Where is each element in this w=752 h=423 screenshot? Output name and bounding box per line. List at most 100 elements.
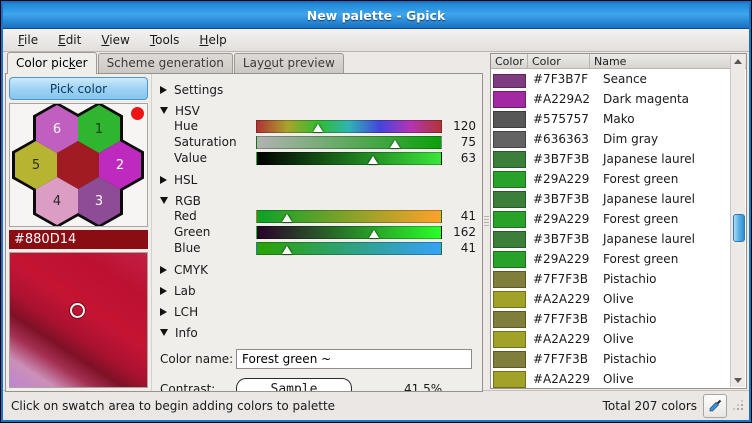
palette-swatch[interactable] xyxy=(493,351,526,368)
scroll-down-button[interactable] xyxy=(732,374,744,387)
window-resize-grip[interactable] xyxy=(733,399,745,413)
palette-swatch[interactable] xyxy=(493,331,526,348)
palette-row[interactable]: #3B7F3BJapanese laurel xyxy=(491,229,731,249)
slider-marker[interactable] xyxy=(282,214,292,222)
palette-row[interactable]: #29A229Forest green xyxy=(491,169,731,189)
tab-layout-preview[interactable]: Layout preview xyxy=(234,53,344,73)
section-label: HSV xyxy=(175,104,200,118)
tab-color-picker[interactable]: Color picker xyxy=(7,52,97,74)
green-slider[interactable] xyxy=(256,226,442,239)
screen-zoom-preview[interactable] xyxy=(9,252,148,388)
menu-help[interactable]: Help xyxy=(190,31,235,49)
pick-color-button[interactable]: Pick color xyxy=(9,77,148,100)
section-hsv[interactable]: HSV xyxy=(160,103,476,118)
color-name-input[interactable] xyxy=(236,349,472,369)
palette-name: Seance xyxy=(603,72,731,86)
floating-picker-button[interactable] xyxy=(703,394,727,418)
palette-swatch[interactable] xyxy=(493,131,526,148)
palette-swatch[interactable] xyxy=(493,74,526,88)
palette-hex: #3B7F3B xyxy=(526,232,603,246)
palette-hex: #7F7F3B xyxy=(526,272,603,286)
palette-swatch[interactable] xyxy=(493,171,526,188)
palette-row[interactable]: #575757Mako xyxy=(491,109,731,129)
menu-tools[interactable]: Tools xyxy=(141,31,189,49)
section-rgb[interactable]: RGB xyxy=(160,193,476,208)
saturation-slider[interactable] xyxy=(256,136,442,149)
palette-row[interactable]: #3B7F3BJapanese laurel xyxy=(491,189,731,209)
section-label: RGB xyxy=(175,194,201,208)
total-colors-text: Total 207 colors xyxy=(603,399,697,413)
menu-view[interactable]: View xyxy=(92,31,138,49)
arrow-up-icon xyxy=(734,59,742,64)
palette-row[interactable]: #7F7F3BPistachio xyxy=(491,349,731,369)
titlebar[interactable]: New palette - Gpick xyxy=(3,3,749,29)
palette-name: Japanese laurel xyxy=(603,152,731,166)
expander-collapsed-icon xyxy=(160,308,167,316)
palette-swatch[interactable] xyxy=(493,291,526,308)
palette-row[interactable]: #7F7F3BPistachio xyxy=(491,309,731,329)
slider-marker[interactable] xyxy=(369,230,379,238)
palette-hex: #3B7F3B xyxy=(526,192,603,206)
palette-swatch[interactable] xyxy=(493,251,526,268)
slider-marker[interactable] xyxy=(282,246,292,254)
scroll-up-button[interactable] xyxy=(732,55,744,68)
slider-row-green: Green162 xyxy=(160,224,476,240)
palette-row[interactable]: #A2A229Olive xyxy=(491,289,731,309)
menu-file[interactable]: File xyxy=(9,31,47,49)
slider-row-saturation: Saturation75 xyxy=(160,134,476,150)
palette-list: #7F3B7FSeance#A229A2Dark magenta#575757M… xyxy=(491,69,746,388)
slider-marker[interactable] xyxy=(313,124,323,132)
palette-row[interactable]: #A2A229Olive xyxy=(491,329,731,349)
main-area: Color pickerScheme generationLayout prev… xyxy=(3,52,749,390)
palette-row[interactable]: #A2A229Olive xyxy=(491,369,731,388)
palette-swatch[interactable] xyxy=(493,111,526,128)
palette-swatch[interactable] xyxy=(493,311,526,328)
section-lab[interactable]: Lab xyxy=(160,283,476,298)
palette-swatch[interactable] xyxy=(493,271,526,288)
section-lch[interactable]: LCH xyxy=(160,304,476,319)
color-picker-page: Pick color 123456 #880D14 SettingsHSVHue… xyxy=(5,73,483,392)
pane-splitter[interactable] xyxy=(483,53,490,391)
value-slider[interactable] xyxy=(256,152,442,165)
palette-row[interactable]: #7F7F3BPistachio xyxy=(491,269,731,289)
palette-row[interactable]: #636363Dim gray xyxy=(491,129,731,149)
blue-slider[interactable] xyxy=(256,242,442,255)
menu-edit[interactable]: Edit xyxy=(49,31,90,49)
palette-row[interactable]: #29A229Forest green xyxy=(491,249,731,269)
palette-name: Japanese laurel xyxy=(603,232,731,246)
palette-row[interactable]: #3B7F3BJapanese laurel xyxy=(491,149,731,169)
palette-row[interactable]: #7F3B7FSeance xyxy=(491,69,731,89)
swatch-area[interactable]: 123456 xyxy=(9,103,148,227)
palette-row[interactable]: #29A229Forest green xyxy=(491,209,731,229)
palette-header-color-swatch[interactable]: Color xyxy=(491,54,528,68)
palette-swatch[interactable] xyxy=(493,151,526,168)
slider-label: Value xyxy=(160,151,256,165)
scrollbar-thumb[interactable] xyxy=(733,214,745,242)
palette-swatch[interactable] xyxy=(493,91,526,108)
palette-swatch[interactable] xyxy=(493,231,526,248)
section-settings[interactable]: Settings xyxy=(160,82,476,97)
expander-expanded-icon xyxy=(160,329,168,336)
section-hsl[interactable]: HSL xyxy=(160,172,476,187)
section-cmyk[interactable]: CMYK xyxy=(160,262,476,277)
palette-hex: #A229A2 xyxy=(526,92,603,106)
palette-hex: #3B7F3B xyxy=(526,152,603,166)
slider-marker[interactable] xyxy=(368,156,378,164)
palette-name: Forest green xyxy=(603,212,731,226)
palette-swatch[interactable] xyxy=(493,211,526,228)
palette-swatch[interactable] xyxy=(493,371,526,388)
slider-label: Green xyxy=(160,225,256,239)
palette-header-name[interactable]: Name xyxy=(590,54,731,68)
palette-name: Pistachio xyxy=(603,312,731,326)
menubar: FileEditViewToolsHelp xyxy=(3,29,749,52)
palette-swatch[interactable] xyxy=(493,191,526,208)
tab-scheme-generation[interactable]: Scheme generation xyxy=(98,53,233,73)
palette-header-color-hex[interactable]: Color xyxy=(528,54,590,68)
palette-row[interactable]: #A229A2Dark magenta xyxy=(491,89,731,109)
hue-slider[interactable] xyxy=(256,120,442,133)
red-slider[interactable] xyxy=(256,210,442,223)
section-info[interactable]: Info xyxy=(160,325,476,340)
palette-scrollbar[interactable] xyxy=(730,55,745,387)
contrast-sample-button[interactable]: Sample xyxy=(236,378,352,391)
slider-marker[interactable] xyxy=(390,140,400,148)
